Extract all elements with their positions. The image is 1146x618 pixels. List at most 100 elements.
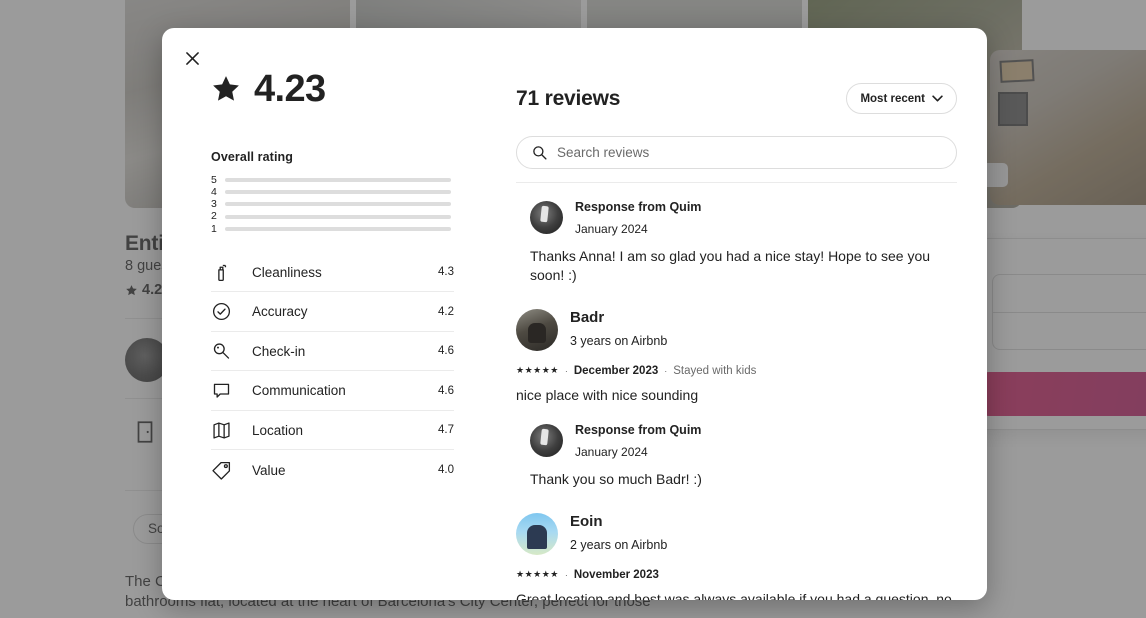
host-avatar[interactable]	[530, 424, 563, 458]
host-response-date: January 2024	[575, 444, 648, 459]
category-ratings-list: Cleanliness 4.3 Accuracy 4.2 Check-in 4.6 Comm…	[211, 253, 454, 490]
histogram-star-label: 5	[211, 173, 217, 186]
review-item: Eoin 2 years on Airbnb ★★★★★ · November 2023…	[516, 511, 957, 600]
modal-body: 4.23 Overall rating 54321 Cleanliness 4.3…	[162, 28, 987, 600]
review-text: nice place with nice sounding	[516, 386, 699, 403]
category-rating-row: Cleanliness 4.3	[211, 253, 454, 293]
review-date: November 2023	[573, 568, 659, 581]
sort-dropdown[interactable]: Most recent	[846, 83, 957, 114]
category-rating-row: Value 4.0	[211, 450, 454, 490]
reviewer-info: Eoin 2 years on Airbnb	[570, 511, 667, 556]
category-rating-label: Cleanliness	[252, 264, 322, 280]
review-trip-type: Stayed with kids	[673, 364, 757, 377]
host-response-header: Response from Quim January 2024	[530, 196, 957, 239]
host-response: Response from Quim January 2024 Thanks Ann…	[516, 196, 957, 285]
histogram-track	[225, 202, 451, 207]
overall-score-value: 4.23	[254, 68, 326, 110]
review-response-wrap: Response from Quim January 2024 Thank you …	[516, 419, 957, 489]
review-star-rating: ★★★★★	[516, 569, 559, 580]
review-item: Response from Quim January 2024 Thanks Ann…	[516, 196, 957, 285]
category-rating-label: Value	[252, 462, 286, 478]
review-text: Great location and host was always avail…	[516, 590, 952, 600]
host-avatar[interactable]	[530, 201, 563, 235]
search-reviews-field[interactable]	[516, 136, 957, 169]
host-response-author: Response from Quim	[575, 200, 702, 214]
overall-score-row: 4.23	[211, 70, 502, 108]
tag-icon	[211, 460, 232, 481]
reviewer-avatar[interactable]	[516, 308, 558, 351]
histogram-star-label: 2	[211, 210, 217, 223]
reviewer-avatar[interactable]	[516, 512, 558, 555]
reviews-scroll-area[interactable]: Response from Quim January 2024 Thanks Ann…	[516, 182, 971, 600]
review-separator: ·	[564, 569, 568, 580]
reviews-modal: 4.23 Overall rating 54321 Cleanliness 4.3…	[162, 28, 987, 600]
sort-dropdown-label: Most recent	[860, 92, 925, 105]
key-icon	[211, 341, 232, 362]
histogram-track	[225, 214, 451, 219]
reviews-header: 71 reviews Most recent	[516, 83, 957, 114]
reviewer-tenure: 3 years on Airbnb	[570, 333, 668, 348]
review-separator: ·	[564, 365, 568, 376]
histogram-track	[225, 226, 451, 231]
category-rating-label: Check-in	[252, 343, 306, 359]
reviews-pane: 71 reviews Most recent Search reviews Re…	[502, 28, 987, 600]
category-rating-value: 4.3	[438, 266, 454, 279]
star-icon	[213, 76, 239, 101]
category-rating-row: Location 4.7	[211, 411, 454, 451]
reviewer-header: Badr 3 years on Airbnb	[516, 307, 957, 352]
reviews-top-divider	[516, 182, 957, 183]
host-response-header: Response from Quim January 2024	[530, 419, 957, 462]
host-response-text: Thanks Anna! I am so glad you had a nice…	[530, 248, 931, 284]
category-rating-value: 4.7	[438, 424, 454, 437]
reviewer-info: Badr 3 years on Airbnb	[570, 307, 667, 352]
map-icon	[211, 420, 232, 441]
spray-bottle-icon	[211, 262, 232, 283]
category-rating-value: 4.6	[438, 345, 454, 358]
review-meta-line: ★★★★★ · December 2023 · Stayed with kids	[516, 365, 957, 377]
search-input[interactable]	[557, 145, 941, 160]
reviewer-name: Eoin	[570, 513, 603, 531]
histogram-row: 4	[211, 186, 451, 198]
review-separator: ·	[664, 365, 668, 376]
category-rating-label: Communication	[252, 383, 346, 399]
check-circle-icon	[211, 301, 232, 322]
category-rating-value: 4.2	[438, 305, 454, 318]
host-response-meta: Response from Quim January 2024	[575, 419, 701, 462]
review-item: Badr 3 years on Airbnb ★★★★★ · December 2023…	[516, 307, 957, 489]
reviews-count: 71 reviews	[516, 86, 621, 110]
speech-bubble-icon	[211, 380, 232, 401]
histogram-row: 1	[211, 223, 451, 235]
review-star-rating: ★★★★★	[516, 365, 559, 376]
rating-histogram: 54321	[211, 174, 451, 235]
reviewer-header: Eoin 2 years on Airbnb	[516, 511, 957, 556]
histogram-track	[225, 190, 451, 195]
category-rating-row: Accuracy 4.2	[211, 292, 454, 332]
page-root: Entir 8 gues 4.2 Som The C bathrooms fla…	[0, 0, 1146, 618]
overall-rating-label: Overall rating	[211, 150, 293, 164]
category-rating-value: 4.6	[438, 384, 454, 397]
histogram-track	[225, 178, 451, 183]
category-rating-value: 4.0	[438, 464, 454, 477]
search-icon	[533, 146, 547, 160]
category-rating-label: Accuracy	[252, 304, 308, 320]
host-response-date: January 2024	[575, 221, 648, 236]
histogram-star-label: 4	[211, 186, 217, 199]
rating-summary-pane: 4.23 Overall rating 54321 Cleanliness 4.3…	[162, 28, 502, 600]
host-response-meta: Response from Quim January 2024	[575, 196, 701, 239]
host-response-text: Thank you so much Badr! :)	[530, 471, 702, 488]
category-rating-row: Communication 4.6	[211, 371, 454, 411]
category-rating-row: Check-in 4.6	[211, 332, 454, 372]
reviewer-name: Badr	[570, 309, 605, 327]
host-response-author: Response from Quim	[575, 422, 702, 437]
reviews-list: Response from Quim January 2024 Thanks Ann…	[516, 196, 957, 600]
category-rating-label: Location	[252, 422, 304, 438]
histogram-row: 3	[211, 198, 451, 210]
host-response: Response from Quim January 2024 Thank you …	[516, 419, 957, 489]
chevron-down-icon	[932, 95, 943, 102]
histogram-row: 2	[211, 211, 451, 223]
review-meta-line: ★★★★★ · November 2023	[516, 569, 957, 581]
histogram-row: 5	[211, 174, 451, 186]
review-date: December 2023	[573, 364, 659, 377]
reviewer-tenure: 2 years on Airbnb	[570, 537, 668, 552]
histogram-star-label: 1	[211, 222, 217, 235]
